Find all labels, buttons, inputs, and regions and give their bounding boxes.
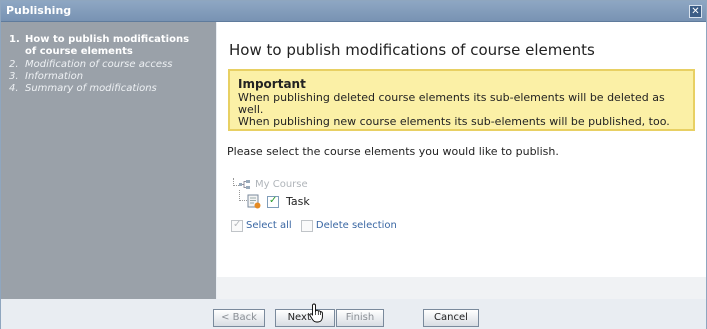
course-tree-icon: [239, 180, 250, 189]
important-title: Important: [238, 77, 306, 91]
delete-selection-link[interactable]: Delete selection: [300, 220, 397, 232]
publishing-dialog: Publishing ✕ 1. How to publish modificat…: [0, 0, 707, 329]
delete-selection-label[interactable]: Delete selection: [316, 220, 397, 231]
back-button[interactable]: < Back: [213, 309, 265, 327]
delete-selection-checkbox[interactable]: [300, 220, 313, 232]
step-1-label: How to publish modifications of course e…: [25, 34, 190, 57]
hand-cursor-icon: [309, 303, 323, 323]
important-notice: Important When publishing deleted course…: [228, 69, 695, 131]
important-line-2: When publishing new course elements its …: [238, 115, 670, 128]
step-2: 2. Modification of course access: [9, 59, 173, 70]
step-3-label: Information: [25, 71, 84, 82]
next-button[interactable]: Next >: [275, 309, 335, 327]
selection-controls: Select all Delete selection: [231, 219, 403, 232]
content-bottom-bar: [217, 277, 706, 299]
task-label: Task: [286, 195, 310, 208]
important-line-1: When publishing deleted course elements …: [238, 91, 665, 116]
finish-button[interactable]: Finish: [336, 309, 384, 327]
task-checkbox[interactable]: [267, 195, 279, 208]
task-icon: [247, 194, 261, 209]
dialog-title: Publishing: [6, 4, 72, 17]
select-all-link[interactable]: Select all: [231, 219, 292, 232]
course-tree: My Course Task: [231, 178, 310, 210]
wizard-footer: < Back Next > Finish Cancel: [1, 299, 706, 329]
tree-task-node: Task: [231, 190, 310, 210]
wizard-steps-sidebar: 1. How to publish modifications of cours…: [1, 22, 216, 299]
step-4: 4. Summary of modifications: [9, 83, 157, 94]
select-all-label[interactable]: Select all: [246, 220, 292, 231]
page-title: How to publish modifications of course e…: [229, 41, 595, 59]
close-icon[interactable]: ✕: [689, 5, 702, 18]
wizard-content: How to publish modifications of course e…: [217, 22, 706, 299]
step-4-label: Summary of modifications: [25, 83, 157, 94]
select-all-checkbox[interactable]: [231, 219, 243, 232]
tree-root-label: My Course: [255, 179, 308, 190]
instruction-text: Please select the course elements you wo…: [227, 145, 559, 158]
step-3: 3. Information: [9, 71, 84, 82]
tree-connector: [239, 190, 247, 201]
step-2-label: Modification of course access: [25, 59, 173, 70]
cancel-button[interactable]: Cancel: [423, 309, 479, 327]
step-1: 1. How to publish modifications of cours…: [9, 34, 190, 57]
dialog-titlebar: Publishing ✕: [1, 1, 706, 22]
